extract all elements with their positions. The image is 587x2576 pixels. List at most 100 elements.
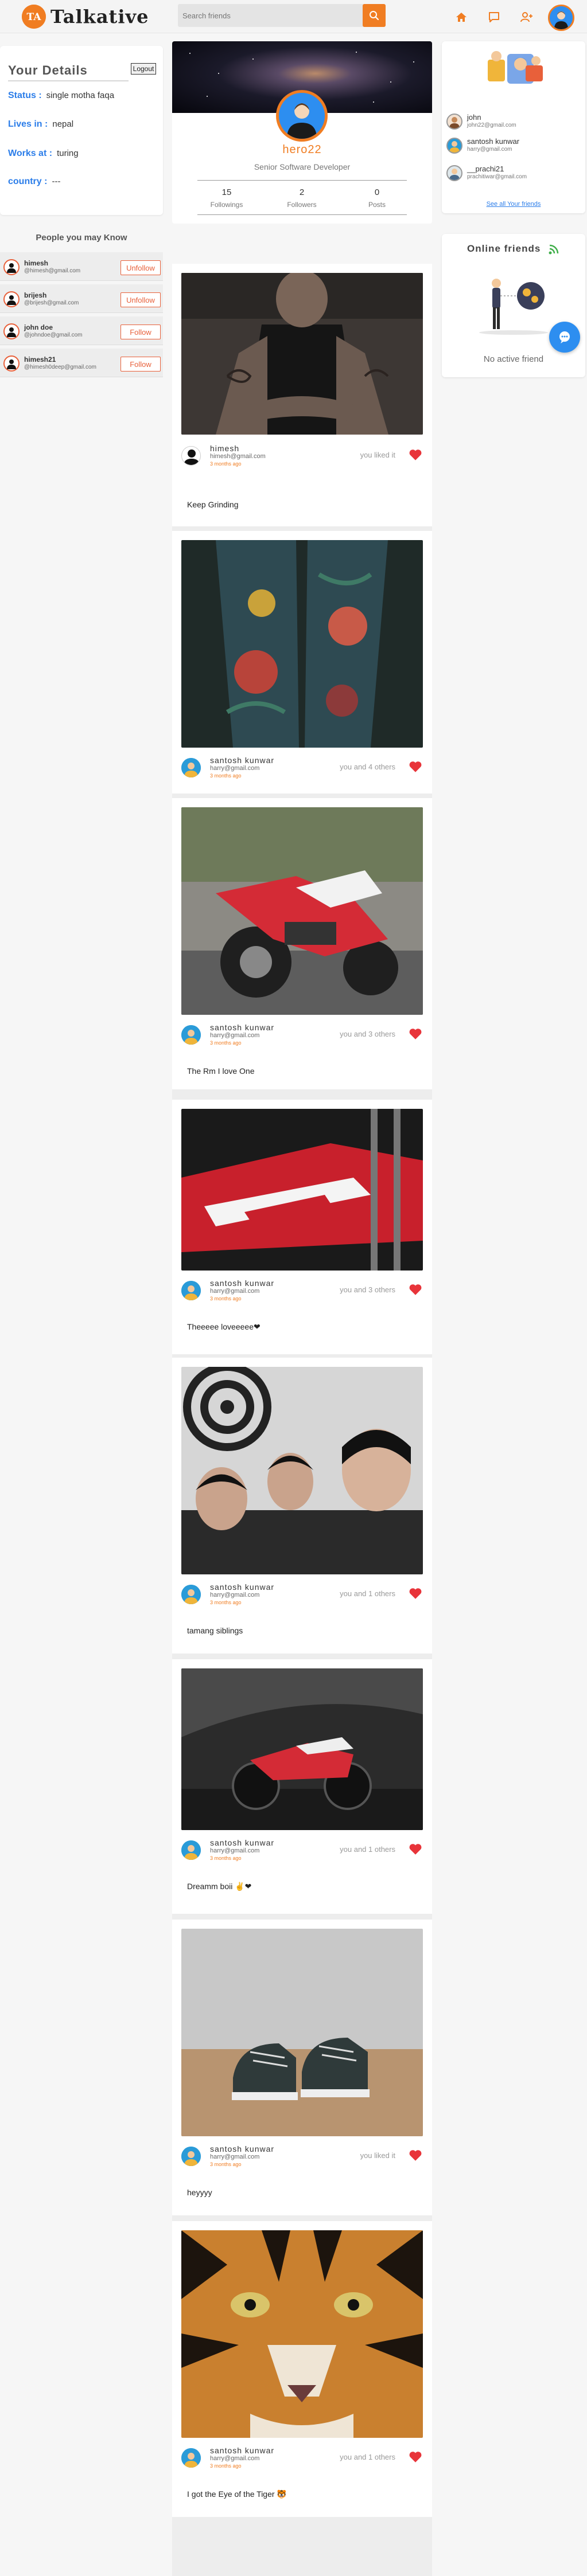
post-caption: Dreamm boii ✌❤ bbox=[187, 1882, 252, 1891]
home-icon bbox=[456, 13, 467, 22]
post-likes-text: you and 1 others bbox=[340, 2453, 395, 2461]
cover-star bbox=[390, 81, 391, 83]
stat-followers[interactable]: 2 Followers bbox=[265, 187, 339, 209]
home-button[interactable] bbox=[453, 9, 469, 25]
post-image[interactable] bbox=[181, 2230, 423, 2438]
post-card: santosh kunwar harry@gmail.com 3 months … bbox=[172, 798, 432, 1089]
friend-avatar bbox=[446, 114, 462, 130]
post-timestamp: 3 months ago bbox=[210, 2161, 242, 2167]
stat-label: Posts bbox=[368, 201, 386, 209]
post-author-name[interactable]: santosh kunwar bbox=[210, 756, 274, 765]
user-silhouette-icon bbox=[7, 295, 16, 305]
person-name[interactable]: brijesh bbox=[24, 291, 46, 299]
stat-value: 15 bbox=[221, 187, 232, 197]
post-author-name[interactable]: himesh bbox=[210, 444, 239, 453]
person-name[interactable]: john doe bbox=[24, 323, 53, 331]
post-author-avatar[interactable] bbox=[181, 1025, 201, 1045]
post-author-name[interactable]: santosh kunwar bbox=[210, 1023, 274, 1032]
search-button[interactable] bbox=[363, 4, 386, 27]
heart-icon[interactable] bbox=[408, 759, 423, 774]
unfollow-button[interactable]: Unfollow bbox=[120, 292, 161, 307]
post-header: santosh kunwar harry@gmail.com 3 months … bbox=[181, 1836, 423, 1864]
brand-name: Talkative bbox=[50, 6, 149, 28]
post-timestamp: 3 months ago bbox=[210, 1855, 242, 1861]
cover-star bbox=[207, 96, 208, 97]
post-header: santosh kunwar harry@gmail.com 3 months … bbox=[181, 1276, 423, 1305]
your-details-card: Your Details Logout Status : single motha… bbox=[0, 46, 163, 215]
profile-avatar[interactable] bbox=[276, 90, 328, 142]
brand-logo[interactable]: TA Talkative bbox=[22, 5, 149, 29]
detail-value: nepal bbox=[52, 119, 74, 129]
person-name[interactable]: himesh bbox=[24, 259, 48, 267]
friend-item[interactable]: santosh kunwar harry@gmail.com bbox=[444, 134, 583, 157]
post-author-name[interactable]: santosh kunwar bbox=[210, 1582, 274, 1592]
post-likes-text: you liked it bbox=[360, 2151, 395, 2160]
post-author-avatar[interactable] bbox=[181, 2147, 201, 2166]
top-navbar: TA Talkative bbox=[0, 0, 587, 33]
divider bbox=[8, 80, 129, 81]
person-avatar[interactable] bbox=[3, 259, 20, 275]
unfollow-button[interactable]: Unfollow bbox=[120, 260, 161, 275]
person-avatar[interactable] bbox=[3, 355, 20, 372]
messages-button[interactable] bbox=[486, 9, 502, 25]
heart-icon[interactable] bbox=[408, 447, 423, 462]
avatar-icon bbox=[181, 2147, 201, 2166]
post-image[interactable] bbox=[181, 1109, 423, 1271]
person-email: @brijesh@gmail.com bbox=[24, 300, 79, 306]
post-author-avatar[interactable] bbox=[181, 1840, 201, 1860]
post-author-avatar[interactable] bbox=[181, 758, 201, 777]
heart-icon[interactable] bbox=[408, 2148, 423, 2163]
see-all-friends-link[interactable]: See all Your friends bbox=[442, 201, 585, 208]
post-header: himesh himesh@gmail.com 3 months ago you… bbox=[181, 441, 423, 470]
post-author-email: harry@gmail.com bbox=[210, 1032, 260, 1039]
post-image[interactable] bbox=[181, 1367, 423, 1574]
follow-button[interactable]: Follow bbox=[120, 357, 161, 372]
post-image[interactable] bbox=[181, 807, 423, 1015]
post-image[interactable] bbox=[181, 273, 423, 435]
post-header: santosh kunwar harry@gmail.com 3 months … bbox=[181, 753, 423, 782]
heart-icon[interactable] bbox=[408, 1282, 423, 1297]
person-name[interactable]: himesh21 bbox=[24, 355, 56, 363]
friend-item[interactable]: __prachi21 prachitiwar@gmail.com bbox=[444, 162, 583, 185]
post-author-name[interactable]: santosh kunwar bbox=[210, 2446, 274, 2455]
friend-item[interactable]: john john22@gmail.com bbox=[444, 110, 583, 133]
detail-lives-in: Lives in : nepal bbox=[8, 119, 73, 130]
post-author-name[interactable]: santosh kunwar bbox=[210, 1838, 274, 1847]
online-friends-card: Online friends No active friend bbox=[442, 234, 585, 377]
post-image[interactable] bbox=[181, 1668, 423, 1830]
post-author-name[interactable]: santosh kunwar bbox=[210, 2144, 274, 2153]
heart-icon[interactable] bbox=[408, 1586, 423, 1601]
cover-star bbox=[252, 58, 254, 60]
follow-button[interactable]: Follow bbox=[120, 325, 161, 339]
heart-icon[interactable] bbox=[408, 1842, 423, 1856]
post-timestamp: 3 months ago bbox=[210, 1296, 242, 1301]
detail-value: --- bbox=[52, 177, 61, 186]
heart-icon[interactable] bbox=[408, 1026, 423, 1041]
detail-key: Lives in : bbox=[8, 119, 48, 129]
stat-posts[interactable]: 0 Posts bbox=[340, 187, 414, 209]
post-caption: tamang siblings bbox=[187, 1626, 243, 1635]
user-avatar[interactable] bbox=[548, 5, 574, 31]
post-author-avatar[interactable] bbox=[181, 1281, 201, 1300]
post-header: santosh kunwar harry@gmail.com 3 months … bbox=[181, 1580, 423, 1609]
post-caption: I got the Eye of the Tiger 🐯 bbox=[187, 2489, 287, 2499]
post-image[interactable] bbox=[181, 1929, 423, 2136]
search-input[interactable] bbox=[178, 4, 363, 27]
chat-bubble-icon bbox=[559, 331, 570, 343]
detail-value: turing bbox=[57, 148, 79, 158]
heart-icon[interactable] bbox=[408, 2449, 423, 2464]
friend-name: john bbox=[467, 113, 481, 122]
person-avatar[interactable] bbox=[3, 323, 20, 339]
post-author-avatar[interactable] bbox=[181, 446, 201, 466]
logout-button[interactable]: Logout bbox=[131, 63, 156, 75]
post-author-avatar[interactable] bbox=[181, 1585, 201, 1604]
chat-fab-button[interactable] bbox=[549, 322, 580, 353]
avatar-icon bbox=[181, 758, 201, 777]
post-author-name[interactable]: santosh kunwar bbox=[210, 1279, 274, 1288]
post-author-avatar[interactable] bbox=[181, 2448, 201, 2468]
person-avatar[interactable] bbox=[3, 291, 20, 307]
friend-requests-button[interactable] bbox=[519, 9, 535, 25]
post-image[interactable] bbox=[181, 540, 423, 748]
cover-star bbox=[413, 61, 414, 62]
stat-followings[interactable]: 15 Followings bbox=[189, 187, 264, 209]
